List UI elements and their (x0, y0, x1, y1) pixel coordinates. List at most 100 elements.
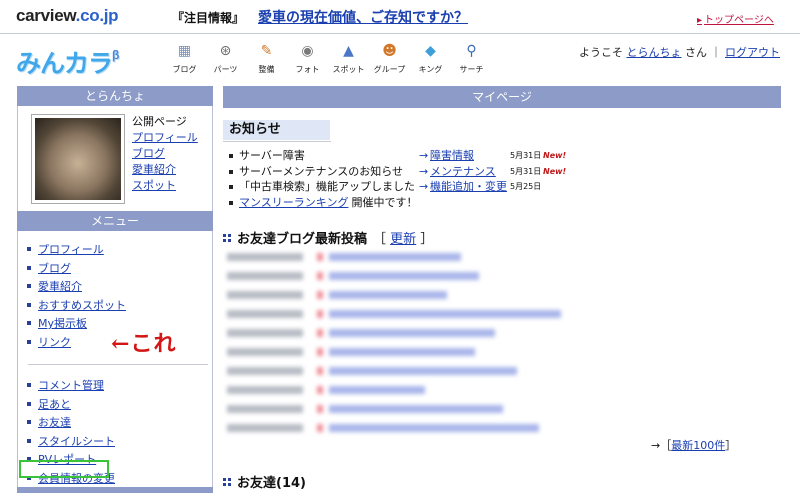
menu-link[interactable]: 足あと (38, 398, 71, 411)
nav-label: グループ (373, 65, 406, 74)
nav-label: スポット (332, 65, 365, 74)
news-text: 開催中です！ (351, 195, 418, 209)
nav-label: キング (418, 65, 443, 74)
user-name-link[interactable]: とらんちょ (627, 46, 682, 59)
blurred-entry (227, 248, 557, 267)
car-icon: ▲ (343, 43, 354, 59)
blurred-marker (317, 272, 323, 280)
honorific-text: さん (685, 46, 707, 59)
news-link[interactable]: メンテナンス (430, 164, 496, 180)
blurred-title (329, 310, 561, 318)
carview-logo-domain: .co.jp (75, 6, 119, 25)
bracket-open: ［ (373, 232, 387, 247)
menu-link[interactable]: プロフィール (38, 243, 104, 256)
app-header: みんカラβ ▦ ブログ ⊛ パーツ ✎ 整備 ◉ フォト ▲ スポット ☻ グループ ◆ キング ⚲ サーチ … (0, 38, 800, 84)
latest-100-wrapper: →［最新100件］ (651, 437, 736, 453)
nav-blog[interactable]: ▦ ブログ (164, 41, 205, 75)
refresh-link[interactable]: 更新 (390, 232, 416, 247)
profile-link[interactable]: スポット (132, 178, 198, 194)
carview-logo[interactable]: carview.co.jp (16, 6, 119, 26)
profile-link[interactable]: プロフィール (132, 130, 198, 146)
avatar[interactable] (31, 114, 125, 204)
blurred-date (227, 329, 303, 337)
menu-link[interactable]: おすすめスポット (38, 299, 126, 312)
nav-car[interactable]: ▲ スポット (328, 41, 369, 75)
nav-search[interactable]: ⚲ サーチ (451, 41, 492, 75)
sidebar: とらんちょ 公開ページ プロフィール ブログ 愛車紹介 スポット メニュー プロフィール… (17, 86, 213, 490)
nav-label: フォト (295, 65, 320, 74)
nav-box[interactable]: ◆ キング (410, 41, 451, 75)
news-item: サーバー障害 → 障害情報 5月31日 New! (223, 148, 781, 164)
blurred-title (329, 272, 479, 280)
blurred-marker (317, 310, 323, 318)
blurred-title (329, 367, 517, 375)
stylesheet-highlight-box (19, 460, 109, 478)
site-topbar: carview.co.jp 『注目情報』 愛車の現在価値、ご存知ですか？ トップ… (0, 0, 800, 34)
menu-item: お友達 (22, 414, 212, 433)
menu-divider (28, 364, 208, 365)
blurred-entry (227, 305, 561, 324)
logout-link[interactable]: ログアウト (725, 46, 780, 59)
blurred-date (227, 291, 303, 299)
section-bullet-icon (223, 477, 231, 486)
wheel-icon: ⊛ (219, 43, 232, 59)
nav-wrench[interactable]: ✎ 整備 (246, 41, 287, 75)
blurred-title (329, 329, 495, 337)
blog-icon: ▦ (177, 43, 192, 59)
news-item: サーバーメンテナンスのお知らせ → メンテナンス 5月31日 New! (223, 164, 781, 180)
menu-link[interactable]: コメント管理 (38, 379, 104, 392)
search-icon: ⚲ (466, 43, 477, 59)
news-text: サーバー障害 (239, 149, 305, 162)
blurred-marker (317, 367, 323, 375)
nav-label: パーツ (213, 65, 238, 74)
blurred-entry (227, 324, 557, 343)
news-date: 5月31日 (510, 151, 542, 160)
menu-link[interactable]: リンク (38, 336, 71, 349)
wrench-icon: ✎ (260, 43, 273, 59)
nav-people[interactable]: ☻ グループ (369, 41, 410, 75)
minkara-logo-text: みんカラ (16, 50, 113, 78)
menu-link[interactable]: スタイルシート (38, 435, 115, 448)
menu-item: ブログ (22, 260, 212, 279)
news-list: サーバー障害 → 障害情報 5月31日 New! サーバーメンテナンスのお知らせ → メンテナ… (223, 148, 781, 210)
blurred-date (227, 272, 303, 280)
friends-blog-title: お友達ブログ最新投稿 (237, 232, 368, 247)
blurred-title (329, 386, 425, 394)
latest-100-link[interactable]: 最新100件 (671, 439, 725, 452)
nav-wheel[interactable]: ⊛ パーツ (205, 41, 246, 75)
ranking-link[interactable]: マンスリーランキング (239, 196, 348, 209)
profile-link[interactable]: 愛車紹介 (132, 162, 198, 178)
menu-link[interactable]: My掲示板 (38, 317, 87, 330)
blurred-title (329, 405, 503, 413)
profile-box: 公開ページ プロフィール ブログ 愛車紹介 スポット (17, 106, 213, 211)
menu-link[interactable]: 愛車紹介 (38, 280, 82, 293)
blurred-marker (317, 348, 323, 356)
profile-link[interactable]: ブログ (132, 146, 198, 162)
menu-item: プロフィール (22, 241, 212, 260)
menu-link[interactable]: お友達 (38, 416, 71, 429)
main-nav: ▦ ブログ ⊛ パーツ ✎ 整備 ◉ フォト ▲ スポット ☻ グループ ◆ キング ⚲ サーチ (164, 41, 492, 75)
profile-links: 公開ページ プロフィール ブログ 愛車紹介 スポット (132, 114, 198, 194)
blurred-marker (317, 386, 323, 394)
notice-link[interactable]: 愛車の現在価値、ご存知ですか？ (258, 7, 468, 27)
friends-title: お友達(14) (237, 476, 306, 491)
separator: ｜ (710, 46, 722, 59)
news-link[interactable]: 障害情報 (430, 148, 474, 164)
blurred-title (329, 424, 539, 432)
box-icon: ◆ (425, 43, 436, 59)
nav-camera[interactable]: ◉ フォト (287, 41, 328, 75)
blurred-entry (227, 419, 557, 438)
news-link[interactable]: 機能追加・変更 (430, 179, 507, 195)
friends-blog-heading: お友達ブログ最新投稿 ［ 更新 ］ (223, 228, 433, 247)
blurred-marker (317, 424, 323, 432)
menu-item: 足あと (22, 396, 212, 415)
blurred-entry (227, 381, 557, 400)
blurred-marker (317, 291, 323, 299)
menu-link[interactable]: ブログ (38, 262, 71, 275)
camera-icon: ◉ (301, 43, 314, 59)
blurred-entry (227, 362, 557, 381)
blurred-entry (227, 343, 557, 362)
minkara-logo[interactable]: みんカラβ (16, 44, 119, 80)
section-bullet-icon (223, 233, 231, 242)
top-page-link[interactable]: トップページへ (697, 11, 774, 26)
